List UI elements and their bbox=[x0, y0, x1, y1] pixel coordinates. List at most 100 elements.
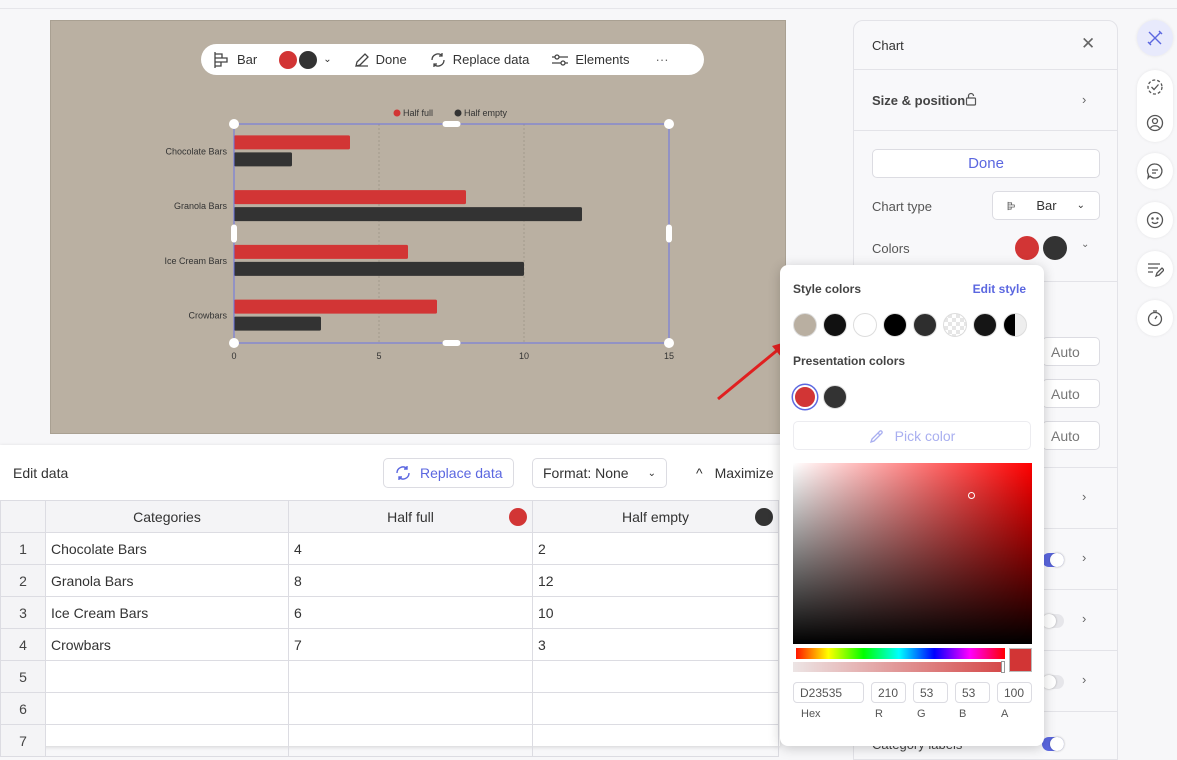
table-cell[interactable]: 10 bbox=[532, 596, 779, 629]
slide-canvas[interactable]: 0 5 10 15 Chocolate Bars Granola Bars Ice Crea… bbox=[50, 20, 786, 434]
green-input[interactable]: 53 bbox=[913, 682, 948, 703]
replace-data-button[interactable]: Replace data bbox=[383, 458, 514, 488]
table-cell[interactable]: 6 bbox=[288, 596, 533, 629]
alpha-input[interactable]: 100 bbox=[997, 682, 1032, 703]
table-cell[interactable] bbox=[532, 692, 779, 725]
toggle-switch[interactable] bbox=[1042, 675, 1064, 689]
alpha-slider[interactable] bbox=[793, 661, 1005, 673]
colors-label: Colors bbox=[872, 241, 910, 256]
chevron-down-icon[interactable]: ⌄ bbox=[1081, 239, 1089, 250]
table-cell[interactable]: 2 bbox=[532, 532, 779, 565]
blue-input[interactable]: 53 bbox=[955, 682, 990, 703]
hue-handle[interactable] bbox=[793, 648, 796, 659]
style-swatch[interactable] bbox=[853, 313, 877, 337]
chart-type-dropdown[interactable]: Bar ⌄ bbox=[992, 191, 1100, 220]
style-swatch[interactable] bbox=[793, 313, 817, 337]
table-cell[interactable]: 7 bbox=[288, 628, 533, 661]
color-swatch-red[interactable] bbox=[1015, 236, 1039, 260]
row-number: 6 bbox=[0, 692, 46, 725]
series-color-dot[interactable] bbox=[755, 508, 773, 526]
legend-marker bbox=[393, 109, 401, 117]
auto-input-3[interactable]: Auto bbox=[1042, 421, 1100, 450]
saturation-area[interactable] bbox=[793, 463, 1032, 644]
more-options-button[interactable]: ··· bbox=[656, 52, 669, 67]
table-cell[interactable] bbox=[288, 692, 533, 725]
table-cell[interactable]: 12 bbox=[532, 564, 779, 597]
replace-data-button[interactable]: Replace data bbox=[429, 51, 529, 69]
table-cell[interactable] bbox=[532, 660, 779, 693]
hex-input[interactable]: D23535 bbox=[793, 682, 864, 703]
table-cell[interactable]: 4 bbox=[288, 532, 533, 565]
style-colors-label: Style colors bbox=[793, 282, 862, 296]
color-cursor[interactable] bbox=[968, 492, 975, 499]
style-swatch[interactable] bbox=[943, 313, 967, 337]
bar-chart[interactable]: 0 5 10 15 Chocolate Bars Granola Bars Ice Crea… bbox=[50, 20, 786, 434]
color-swatch-dark[interactable] bbox=[1043, 236, 1067, 260]
chat-bubble-icon bbox=[1146, 163, 1163, 180]
comments-button[interactable] bbox=[1137, 153, 1173, 189]
pencil-icon bbox=[354, 52, 369, 67]
auto-input-1[interactable]: Auto bbox=[1042, 337, 1100, 366]
header-half-full[interactable]: Half full bbox=[288, 500, 533, 533]
table-cell[interactable]: Crowbars bbox=[45, 628, 289, 661]
alpha-handle[interactable] bbox=[1001, 661, 1005, 673]
maximize-button[interactable]: ^ Maximize bbox=[696, 465, 774, 481]
table-cell[interactable] bbox=[45, 660, 289, 693]
table-cell[interactable]: Granola Bars bbox=[45, 564, 289, 597]
chart-basics-section: Done Chart type Bar ⌄ Colors ⌄ bbox=[854, 131, 1117, 282]
chevron-right-icon[interactable]: › bbox=[1082, 611, 1086, 626]
done-button[interactable]: Done bbox=[354, 52, 407, 68]
row-number: 3 bbox=[0, 596, 46, 629]
rail-group bbox=[1137, 70, 1173, 142]
edit-style-link[interactable]: Edit style bbox=[973, 282, 1026, 296]
toggle-switch[interactable] bbox=[1042, 553, 1064, 567]
format-dropdown[interactable]: Format: None ⌄ bbox=[532, 458, 667, 488]
style-swatch[interactable] bbox=[883, 313, 907, 337]
toggle-switch[interactable] bbox=[1042, 614, 1064, 628]
notes-button[interactable] bbox=[1137, 251, 1173, 287]
presentation-swatch-dark[interactable] bbox=[823, 385, 847, 409]
size-position-row[interactable]: Size & position › bbox=[854, 70, 1117, 131]
user-circle-icon[interactable] bbox=[1146, 114, 1164, 132]
table-cell[interactable] bbox=[288, 724, 533, 757]
series-color-dot[interactable] bbox=[509, 508, 527, 526]
hue-slider[interactable] bbox=[793, 648, 1005, 659]
chart-type-button[interactable]: Bar bbox=[213, 51, 257, 69]
table-cell[interactable] bbox=[45, 692, 289, 725]
colors-button[interactable]: ⌄ bbox=[279, 50, 332, 69]
pick-color-button[interactable]: Pick color bbox=[793, 421, 1031, 450]
close-icon[interactable]: ✕ bbox=[1081, 34, 1095, 54]
style-swatch[interactable] bbox=[823, 313, 847, 337]
style-swatch[interactable] bbox=[973, 313, 997, 337]
table-cell[interactable] bbox=[45, 724, 289, 757]
red-input[interactable]: 210 bbox=[871, 682, 906, 703]
header-half-empty[interactable]: Half empty bbox=[532, 500, 779, 533]
table-cell[interactable]: Ice Cream Bars bbox=[45, 596, 289, 629]
header-label: Half empty bbox=[622, 508, 689, 525]
category-labels-toggle[interactable] bbox=[1042, 737, 1064, 751]
design-tool-button[interactable] bbox=[1137, 20, 1173, 56]
table-cell[interactable]: 8 bbox=[288, 564, 533, 597]
header-categories[interactable]: Categories bbox=[45, 500, 289, 533]
chevron-right-icon[interactable]: › bbox=[1082, 550, 1086, 565]
style-swatch[interactable] bbox=[1003, 313, 1027, 337]
table-cell[interactable]: Chocolate Bars bbox=[45, 532, 289, 565]
table-cell[interactable]: 3 bbox=[532, 628, 779, 661]
chevron-right-icon[interactable]: › bbox=[1082, 489, 1086, 504]
edit-data-panel: Edit data Replace data Format: None ⌄ ^ … bbox=[0, 445, 780, 757]
style-swatch[interactable] bbox=[913, 313, 937, 337]
emoji-button[interactable] bbox=[1137, 202, 1173, 238]
auto-input-2[interactable]: Auto bbox=[1042, 379, 1100, 408]
x-tick-label: 5 bbox=[376, 351, 381, 361]
chevron-right-icon[interactable]: › bbox=[1082, 672, 1086, 687]
presentation-swatch-red-selected[interactable] bbox=[793, 385, 817, 409]
check-circle-icon[interactable] bbox=[1146, 78, 1164, 96]
table-cell[interactable] bbox=[288, 660, 533, 693]
chevron-down-icon: ⌄ bbox=[323, 54, 332, 65]
done-button[interactable]: Done bbox=[872, 149, 1100, 178]
chart-type-value: Bar bbox=[1036, 198, 1057, 213]
timer-button[interactable] bbox=[1137, 300, 1173, 336]
elements-button[interactable]: Elements bbox=[551, 52, 630, 68]
table-cell[interactable] bbox=[532, 724, 779, 757]
b-label: B bbox=[959, 708, 967, 720]
